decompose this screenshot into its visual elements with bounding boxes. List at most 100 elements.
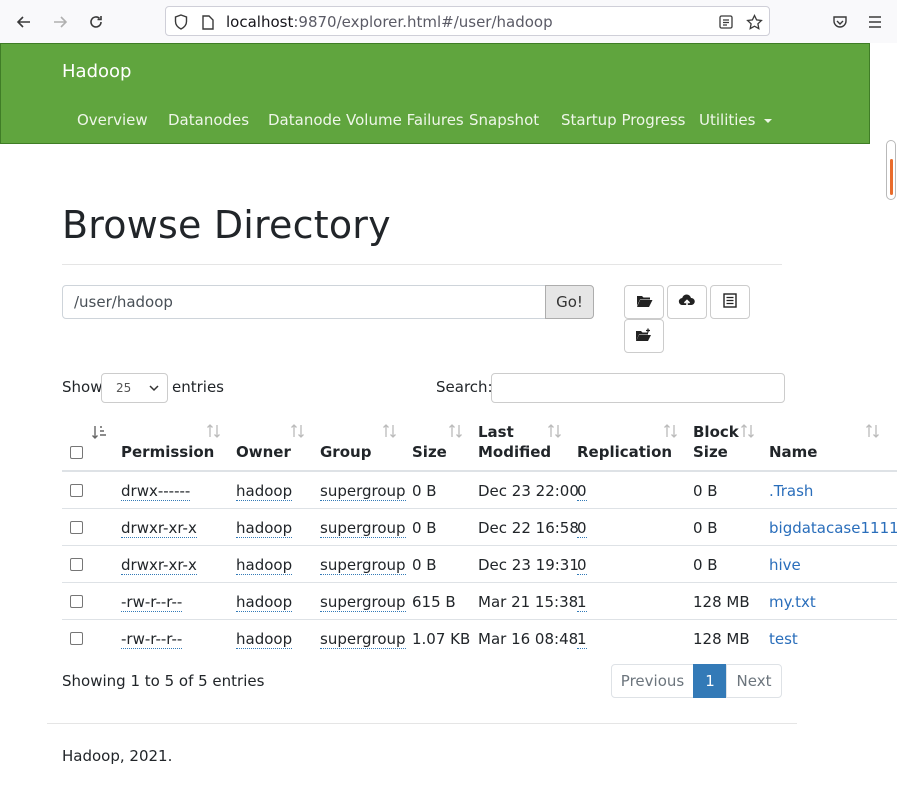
menu-icon[interactable] — [862, 9, 888, 35]
cell-block-size: 0 B — [693, 519, 718, 537]
bookmark-star-icon[interactable] — [745, 13, 763, 31]
cell-group[interactable]: supergroup — [320, 593, 406, 612]
divider — [62, 264, 782, 265]
page-1-button[interactable]: 1 — [693, 664, 727, 698]
cell-name-link[interactable]: test — [769, 630, 798, 648]
nav-overview[interactable]: Overview — [77, 111, 148, 129]
col-replication[interactable]: Replication — [577, 442, 672, 462]
cell-last-modified: Dec 22 16:58 — [478, 519, 579, 537]
nav-datanode-volume-failures[interactable]: Datanode Volume Failures — [268, 111, 464, 129]
col-last-modified-line2[interactable]: Modified — [478, 442, 551, 462]
cell-block-size: 0 B — [693, 482, 718, 500]
cell-owner[interactable]: hadoop — [236, 593, 293, 612]
cell-group[interactable]: supergroup — [320, 556, 406, 575]
row-checkbox[interactable] — [70, 595, 83, 608]
col-group[interactable]: Group — [320, 442, 371, 462]
sort-icon[interactable] — [206, 424, 222, 441]
cell-size: 0 B — [412, 556, 437, 574]
navbar-brand[interactable]: Hadoop — [62, 61, 131, 82]
previous-button[interactable]: Previous — [611, 664, 694, 698]
nav-utilities[interactable]: Utilities — [699, 111, 773, 129]
cell-replication[interactable]: 0 — [577, 482, 587, 501]
sort-icon[interactable] — [382, 424, 398, 441]
reload-icon[interactable] — [83, 9, 109, 35]
row-checkbox[interactable] — [70, 484, 83, 497]
create-directory-button[interactable] — [624, 285, 664, 319]
sort-icon[interactable] — [290, 424, 306, 441]
entries-select-value: 25 — [116, 381, 132, 395]
url-text[interactable]: localhost:9870/explorer.html#/user/hadoo… — [226, 13, 553, 31]
cell-owner[interactable]: hadoop — [236, 519, 293, 538]
cell-block-size: 128 MB — [693, 630, 750, 648]
page-title: Browse Directory — [62, 203, 391, 247]
back-icon[interactable] — [11, 9, 37, 35]
cell-last-modified: Mar 16 08:48 — [478, 630, 579, 648]
cell-size: 0 B — [412, 482, 437, 500]
select-all-checkbox[interactable] — [70, 446, 83, 459]
nav-snapshot[interactable]: Snapshot — [469, 111, 539, 129]
cell-name-link[interactable]: bigdatacase1111 — [769, 519, 897, 537]
cell-owner[interactable]: hadoop — [236, 556, 293, 575]
cell-size: 0 B — [412, 519, 437, 537]
col-permission[interactable]: Permission — [121, 442, 214, 462]
next-button[interactable]: Next — [726, 664, 782, 698]
cell-owner[interactable]: hadoop — [236, 630, 293, 649]
row-divider — [62, 545, 897, 546]
cell-group[interactable]: supergroup — [320, 630, 406, 649]
sort-icon[interactable] — [448, 424, 464, 441]
cell-owner[interactable]: hadoop — [236, 482, 293, 501]
shield-icon[interactable] — [172, 13, 190, 31]
sort-icon[interactable] — [740, 424, 756, 441]
entries-select[interactable]: 25 — [101, 373, 168, 403]
move-folder-button[interactable] — [624, 319, 664, 353]
entries-label: entries — [172, 378, 224, 396]
cell-group[interactable]: supergroup — [320, 482, 406, 501]
row-checkbox[interactable] — [70, 558, 83, 571]
cell-permission[interactable]: -rw-r--r-- — [121, 630, 183, 649]
sort-icon[interactable] — [865, 424, 881, 441]
row-checkbox[interactable] — [70, 521, 83, 534]
col-block-size-line2[interactable]: Size — [693, 442, 728, 462]
cell-name-link[interactable]: .Trash — [769, 482, 813, 500]
cell-name-link[interactable]: my.txt — [769, 593, 816, 611]
page-icon[interactable] — [199, 13, 217, 31]
sort-icon[interactable] — [547, 424, 563, 441]
cell-replication[interactable]: 0 — [577, 556, 587, 575]
go-button[interactable]: Go! — [545, 285, 594, 319]
cell-group[interactable]: supergroup — [320, 519, 406, 538]
cell-last-modified: Dec 23 19:31 — [478, 556, 579, 574]
cell-replication[interactable]: 1 — [577, 593, 587, 612]
col-block-size-line1[interactable]: Block — [693, 422, 739, 442]
page-scrollbar[interactable] — [886, 140, 896, 200]
cell-block-size: 128 MB — [693, 593, 750, 611]
upload-files-button[interactable] — [667, 285, 707, 319]
pocket-icon[interactable] — [827, 9, 853, 35]
col-last-modified-line1[interactable]: Last — [478, 422, 514, 442]
scrollbar-thumb[interactable] — [890, 159, 893, 195]
row-divider — [62, 619, 897, 620]
col-owner[interactable]: Owner — [236, 442, 291, 462]
cut-paste-button[interactable] — [710, 285, 750, 319]
nav-utilities-label: Utilities — [699, 111, 756, 129]
reader-view-icon[interactable] — [717, 13, 735, 31]
sort-icon[interactable] — [663, 424, 679, 441]
cell-permission[interactable]: drwxr-xr-x — [121, 556, 197, 575]
cell-permission[interactable]: drwxr-xr-x — [121, 519, 197, 538]
directory-path-input[interactable] — [62, 285, 546, 319]
cell-replication[interactable]: 0 — [577, 519, 587, 538]
cell-replication[interactable]: 1 — [577, 630, 587, 649]
cell-block-size: 0 B — [693, 556, 718, 574]
nav-startup-progress[interactable]: Startup Progress — [561, 111, 685, 129]
sort-asc-icon[interactable] — [91, 424, 107, 443]
cell-permission[interactable]: drwx------ — [121, 482, 191, 501]
cell-name-link[interactable]: hive — [769, 556, 801, 574]
row-checkbox[interactable] — [70, 632, 83, 645]
col-size[interactable]: Size — [412, 442, 447, 462]
cell-permission[interactable]: -rw-r--r-- — [121, 593, 183, 612]
nav-datanodes[interactable]: Datanodes — [168, 111, 249, 129]
col-name[interactable]: Name — [769, 442, 817, 462]
cell-last-modified: Mar 21 15:38 — [478, 593, 579, 611]
forward-icon[interactable] — [47, 9, 73, 35]
search-input[interactable] — [491, 373, 785, 403]
url-bar[interactable]: localhost:9870/explorer.html#/user/hadoo… — [165, 6, 770, 36]
